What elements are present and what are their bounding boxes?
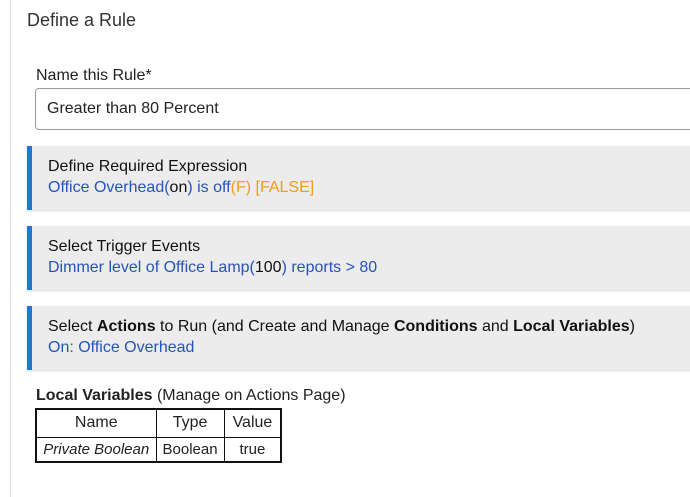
actions-summary: On: Office Overhead: [48, 339, 195, 356]
expression-device: Office Overhead: [48, 179, 165, 196]
rule-name-label: Name this Rule*: [36, 67, 152, 84]
actions-title-part: ): [629, 318, 635, 335]
trigger-value: 100: [254, 259, 282, 276]
variable-type-cell: Boolean: [155, 436, 225, 463]
expression-summary: Office Overhead(on) is off(F) [FALSE]: [48, 179, 314, 197]
actions-title-part: and: [477, 318, 514, 335]
local-variables-title: Local Variables: [36, 387, 153, 404]
select-actions-button[interactable]: Select Actions to Run (and Create and Ma…: [27, 306, 690, 370]
actions-title-bold: Actions: [96, 318, 156, 335]
expression-state: on: [169, 179, 188, 196]
table-row: Private Boolean Boolean true: [35, 436, 282, 463]
local-variables-note: (Manage on Actions Page): [152, 387, 346, 404]
section-title: Define Required Expression: [48, 158, 248, 175]
actions-title-part: to Run (and Create and Manage: [155, 318, 394, 335]
variable-value-cell: true: [223, 436, 282, 463]
panel-left-border: [10, 0, 11, 497]
column-header-type: Type: [155, 408, 225, 438]
page-title: Define a Rule: [27, 10, 137, 30]
table-header-row: Name Type Value: [35, 408, 282, 438]
actions-title-part: Select: [48, 318, 97, 335]
trigger-summary: Dimmer level of Office Lamp(100) reports…: [48, 259, 377, 277]
local-variables-title-bold: Local Variables: [513, 318, 630, 335]
section-title: Select Trigger Events: [48, 238, 201, 255]
select-trigger-events-button[interactable]: Select Trigger Events Dimmer level of Of…: [27, 226, 690, 290]
trigger-suffix: reports > 80: [286, 259, 378, 276]
expression-condition: is off: [192, 179, 231, 196]
define-required-expression-button[interactable]: Define Required Expression Office Overhe…: [27, 146, 690, 210]
column-header-value: Value: [223, 408, 282, 438]
conditions-title-bold: Conditions: [393, 318, 478, 335]
section-title: Select Actions to Run (and Create and Ma…: [48, 318, 635, 336]
column-header-name: Name: [35, 408, 157, 438]
expression-false-flag: (F) [FALSE]: [230, 179, 315, 196]
local-variables-heading: Local Variables (Manage on Actions Page): [36, 387, 346, 405]
trigger-prefix: Dimmer level of Office Lamp: [48, 259, 250, 276]
local-variables-table: Name Type Value Private Boolean Boolean …: [35, 408, 283, 463]
variable-name-cell: Private Boolean: [35, 436, 157, 463]
rule-name-input[interactable]: [35, 88, 690, 130]
